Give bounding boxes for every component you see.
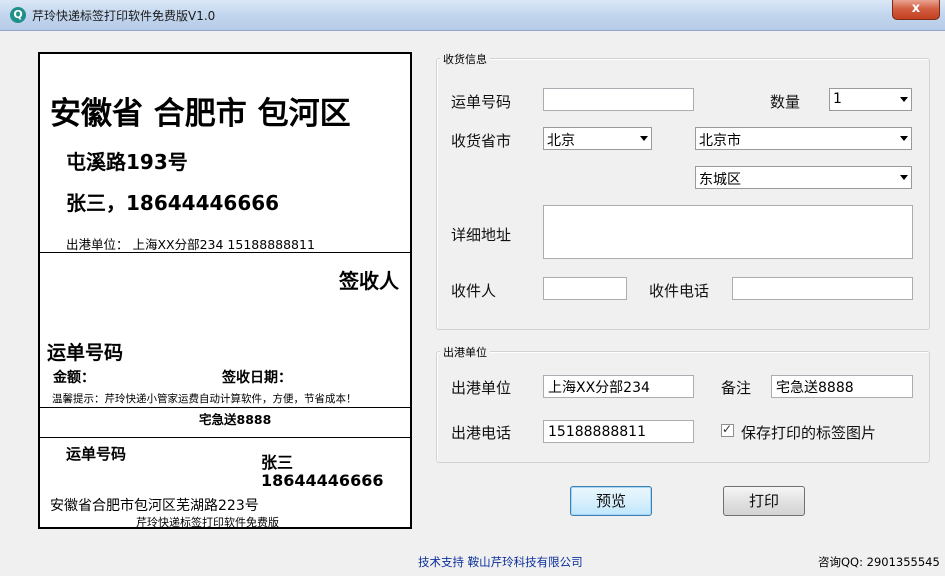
label-address-stub: 安徽省合肥市包河区芜湖路223号 bbox=[50, 498, 259, 514]
province-select[interactable]: 北京 bbox=[543, 127, 652, 150]
save-image-checkbox[interactable]: ✓ bbox=[721, 422, 734, 437]
label-recipient: 张三，18644446666 bbox=[66, 191, 280, 215]
district-select[interactable]: 东城区 bbox=[695, 166, 912, 189]
waybill-input[interactable] bbox=[543, 88, 694, 111]
receive-info-legend: 收货信息 bbox=[440, 51, 490, 67]
district-value: 东城区 bbox=[699, 172, 741, 188]
label-amount: 金额： bbox=[53, 370, 95, 386]
preview-button[interactable]: 预览 bbox=[570, 486, 652, 516]
contact-qq: 咨询QQ: 2901355545 bbox=[818, 555, 940, 569]
outbound-unit-input[interactable] bbox=[543, 375, 694, 398]
title-bar[interactable]: Q 芹玲快递标签打印软件免费版V1.0 x bbox=[0, 0, 945, 31]
chevron-down-icon bbox=[640, 136, 648, 141]
label-courier: 宅急送8888 bbox=[199, 412, 272, 427]
note-input[interactable] bbox=[771, 375, 913, 398]
label-province-city: 安徽省 合肥市 包河区 bbox=[50, 96, 351, 132]
recipient-input[interactable] bbox=[543, 277, 627, 300]
outbound-phone-label: 出港电话 bbox=[451, 424, 512, 442]
chevron-down-icon bbox=[900, 136, 908, 141]
city-value: 北京市 bbox=[699, 133, 741, 149]
waybill-label: 运单号码 bbox=[451, 93, 512, 111]
label-divider bbox=[40, 407, 410, 408]
recipient-phone-label: 收件电话 bbox=[649, 282, 710, 300]
tech-support-link[interactable]: 技术支持 鞍山芹玲科技有限公司 bbox=[418, 554, 583, 570]
outbound-phone-input[interactable] bbox=[543, 420, 694, 443]
label-preview: 安徽省 合肥市 包河区 屯溪路193号 张三，18644446666 出港单位：… bbox=[38, 52, 412, 529]
address-input[interactable] bbox=[543, 205, 913, 259]
quantity-value: 1 bbox=[833, 91, 842, 107]
app-window: Q 芹玲快递标签打印软件免费版V1.0 x 安徽省 合肥市 包河区 屯溪路193… bbox=[0, 0, 945, 576]
chevron-down-icon bbox=[900, 97, 908, 102]
outbound-legend: 出港单位 bbox=[440, 344, 490, 360]
province-value: 北京 bbox=[547, 133, 575, 149]
outbound-group bbox=[436, 351, 930, 463]
note-label: 备注 bbox=[721, 379, 752, 397]
print-button[interactable]: 打印 bbox=[723, 486, 805, 516]
quantity-select[interactable]: 1 bbox=[829, 88, 912, 111]
label-waybill-stub: 运单号码 bbox=[66, 445, 127, 463]
quantity-label: 数量 bbox=[770, 93, 801, 111]
label-footer: 芹玲快递标签打印软件免费版 bbox=[136, 516, 279, 529]
city-select[interactable]: 北京市 bbox=[695, 127, 912, 150]
close-button[interactable]: x bbox=[892, 0, 940, 20]
checkmark-icon: ✓ bbox=[722, 422, 733, 436]
label-street: 屯溪路193号 bbox=[66, 150, 188, 174]
address-label: 详细地址 bbox=[451, 226, 512, 244]
app-icon: Q bbox=[10, 7, 26, 23]
label-divider bbox=[40, 252, 410, 253]
label-name-stub: 张三 bbox=[261, 453, 294, 472]
label-sign-date: 签收日期： bbox=[222, 370, 292, 386]
label-sign: 签收人 bbox=[339, 269, 399, 293]
province-label: 收货省市 bbox=[451, 132, 512, 150]
recipient-label: 收件人 bbox=[451, 282, 497, 300]
chevron-down-icon bbox=[900, 175, 908, 180]
label-phone-stub: 18644446666 bbox=[261, 471, 384, 490]
label-origin: 出港单位： 上海XX分部234 15188888811 bbox=[66, 237, 315, 252]
label-waybill: 运单号码 bbox=[47, 342, 124, 364]
save-image-label: 保存打印的标签图片 bbox=[741, 424, 877, 442]
outbound-unit-label: 出港单位 bbox=[451, 379, 512, 397]
label-divider bbox=[40, 437, 410, 438]
window-title: 芹玲快递标签打印软件免费版V1.0 bbox=[32, 9, 216, 23]
recipient-phone-input[interactable] bbox=[732, 277, 913, 300]
label-tip: 温馨提示：芹玲快递小管家运费自动计算软件，方便，节省成本！ bbox=[52, 393, 357, 405]
